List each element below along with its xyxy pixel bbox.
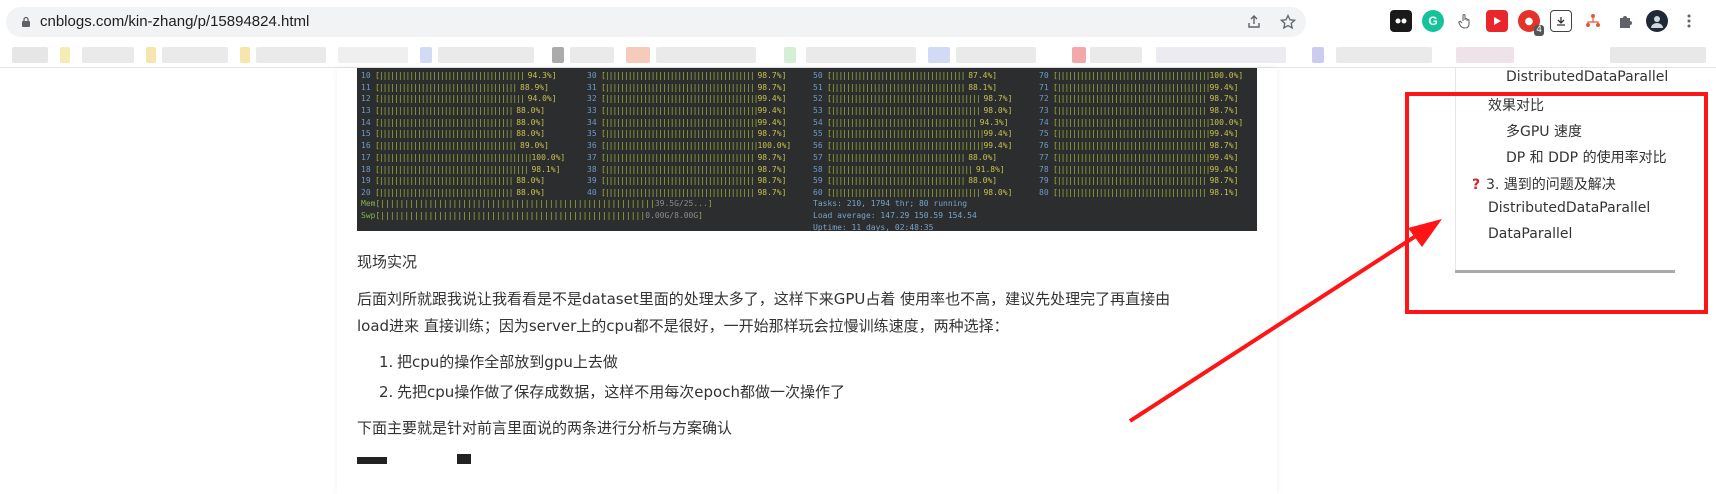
- annotation-arrow: [1128, 219, 1442, 423]
